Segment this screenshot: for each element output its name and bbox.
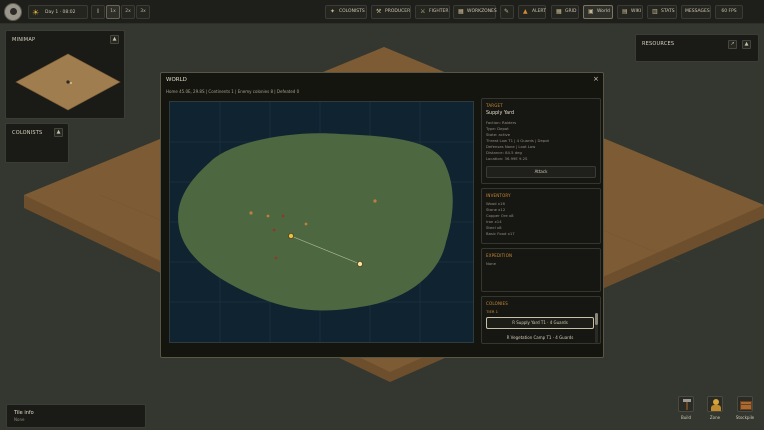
minimap-panel: MINIMAP ▲ (5, 30, 125, 119)
target-name: Supply Yard (486, 111, 515, 116)
pause-button[interactable]: || (91, 5, 105, 19)
inventory-item: Steel x8 (486, 225, 502, 230)
nav-messages-button[interactable]: MESSAGES (681, 5, 711, 19)
colony-row-supply-yard[interactable]: R Supply Yard T1 · 4 Guards (486, 317, 594, 329)
expedition-value: None (486, 261, 496, 266)
close-icon[interactable]: × (593, 75, 599, 83)
zone-icon: ▦ (458, 8, 464, 15)
zone-tool[interactable]: Zone (704, 396, 726, 420)
continent (178, 133, 453, 311)
speed-2x-button[interactable]: 2x (121, 5, 135, 19)
enemy-colony-marker (274, 256, 278, 260)
target-type: Type: Depot (486, 126, 509, 131)
tile-info-title: Tile info (14, 410, 34, 416)
tile-info-panel: Tile info None (6, 404, 146, 428)
enemy-colony-marker (249, 211, 253, 215)
chart-icon: ▥ (652, 8, 658, 15)
hammer-icon (678, 396, 694, 412)
target-heading: TARGET (486, 103, 503, 108)
top-bar: ☀ Day 1 · 08:02 || 1x 2x 3x ✦ COLONISTS ⚒… (0, 0, 764, 24)
colonies-tier: TIER 1 (486, 309, 499, 314)
minimap-view[interactable] (12, 48, 124, 116)
target-state: State: active (486, 132, 511, 137)
stockpile-tool[interactable]: Stockpile (733, 396, 757, 420)
inventory-item: Copper Ore x8 (486, 213, 514, 218)
stockpile-label: Stockpile (735, 415, 755, 420)
inventory-item: Iron x14 (486, 219, 502, 224)
day-label: Day 1 · 08:02 (45, 10, 76, 15)
enemy-colony-marker (266, 214, 270, 218)
enemy-colony-marker (304, 222, 308, 226)
nav-workzones-button[interactable]: ▦ WORKZONES (453, 5, 497, 19)
minimap-collapse-button[interactable]: ▲ (110, 35, 119, 44)
enemy-colony-marker (281, 214, 285, 218)
world-map-canvas[interactable] (170, 102, 474, 343)
nav-colonists-button[interactable]: ✦ COLONISTS (325, 5, 367, 19)
sun-icon: ☀ (32, 8, 40, 17)
colonies-scrollbar[interactable] (595, 313, 598, 343)
home-marker (288, 232, 295, 239)
nav-wiki-button[interactable]: ▤ WIKI (617, 5, 643, 19)
attack-button[interactable]: Attack (486, 166, 596, 178)
fps-counter: 60 FPS (715, 5, 743, 19)
colonists-collapse-button[interactable]: ▲ (54, 128, 63, 137)
selected-target-marker (356, 260, 363, 267)
colonists-panel: COLONISTS ▲ (5, 123, 69, 163)
world-window: WORLD × Home 45.0E, 29.8S | Continents 1… (160, 72, 604, 358)
inventory-item: Wood x16 (486, 201, 505, 206)
resources-title: RESOURCES (642, 41, 675, 47)
world-map[interactable] (169, 101, 474, 343)
speed-3x-button[interactable]: 3x (136, 5, 150, 19)
book-icon: ▤ (622, 8, 628, 15)
resources-collapse-button[interactable]: ▲ (742, 40, 751, 49)
expedition-card: EXPEDITION None (481, 248, 601, 292)
hammer-icon: ⚒ (376, 8, 382, 15)
colony-row-vegetation-camp[interactable]: R Vegetation Camp T1 · 4 Guards (486, 332, 594, 344)
day-clock: ☀ Day 1 · 08:02 (28, 5, 88, 19)
nav-alert-button[interactable]: ▲ ALERT (518, 5, 546, 19)
people-icon: ✦ (330, 8, 336, 15)
build-tool[interactable]: Build (675, 396, 697, 420)
zone-label: Zone (709, 415, 721, 420)
nav-fighter-button[interactable]: ⚔ FIGHTER (415, 5, 450, 19)
colonies-card: COLONIES TIER 1 R Supply Yard T1 · 4 Gua… (481, 296, 601, 344)
crate-icon (737, 396, 753, 412)
wrench-icon: ✎ (504, 8, 510, 15)
nav-stats-button[interactable]: ▥ STATS (647, 5, 677, 19)
inventory-heading: INVENTORY (486, 193, 511, 198)
tile-info-value: None (14, 417, 25, 422)
target-faction: Faction: Raiders (486, 120, 517, 125)
world-title: WORLD (166, 77, 187, 83)
zone-icon (707, 396, 723, 412)
sword-icon: ⚔ (420, 8, 426, 15)
target-defenses: Defenses None | Loot Low (486, 144, 536, 149)
enemy-colony-marker (373, 199, 377, 203)
alert-icon: ▲ (523, 8, 528, 15)
inventory-item: Stone x12 (486, 207, 506, 212)
target-distance: Distance: 84.5 deg (486, 150, 522, 155)
nav-grid-button[interactable]: ▦ GRID (551, 5, 579, 19)
colonists-title: COLONISTS (12, 130, 43, 136)
resources-pin-button[interactable]: ↗ (728, 40, 737, 49)
colonies-heading: COLONIES (486, 301, 509, 306)
resources-panel: RESOURCES ↗ ▲ (635, 34, 759, 62)
build-label: Build (680, 415, 692, 420)
colony-logo-icon[interactable] (4, 3, 22, 21)
grid-icon: ▦ (556, 8, 562, 15)
target-card: TARGET Supply Yard Faction: Raiders Type… (481, 98, 601, 184)
minimap-title: MINIMAP (12, 37, 36, 43)
globe-icon: ▣ (588, 8, 594, 15)
expedition-heading: EXPEDITION (486, 253, 513, 258)
inventory-card: INVENTORY Wood x16 Stone x12 Copper Ore … (481, 188, 601, 244)
inventory-item: Basic Food x17 (486, 231, 515, 236)
speed-1x-button[interactable]: 1x (106, 5, 120, 19)
target-location: Location: 36.99E 9.2S (486, 156, 528, 161)
target-threat: Threat Low T1 | 4 Guards | Depot (486, 138, 550, 143)
nav-world-button[interactable]: ▣ World (583, 5, 613, 19)
nav-producer-button[interactable]: ⚒ PRODUCER (371, 5, 411, 19)
enemy-colony-marker (272, 228, 276, 232)
nav-tools-button[interactable]: ✎ (500, 5, 514, 19)
world-stats: Home 45.0E, 29.8S | Continents 1 | Enemy… (166, 89, 300, 94)
